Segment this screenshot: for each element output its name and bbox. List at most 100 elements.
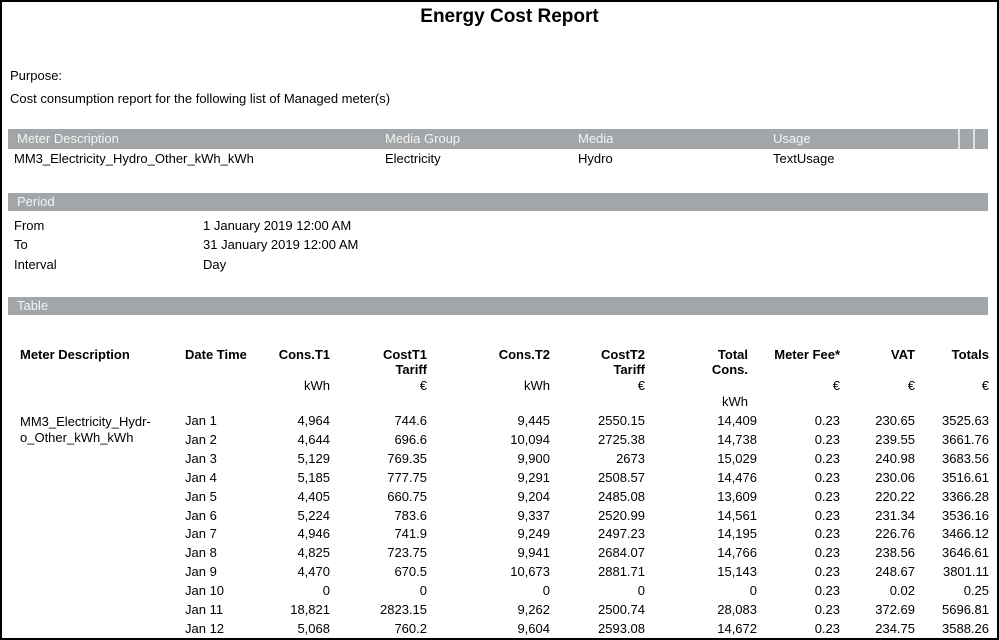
table-cell: 226.76 [840,525,915,544]
field-value-interval: Day [203,255,226,274]
table-cell: 5,224 [255,507,330,526]
table-row: MM3_Electricity_Hydr- o_Other_kWh_kWh Ja… [8,412,989,431]
table-cell: 2725.38 [550,431,645,450]
table-cell: 14,561 [645,507,757,526]
table-cell: 2497.23 [550,525,645,544]
table-cell: 234.75 [840,620,915,639]
table-cell: Jan 8 [185,544,255,563]
report-title: Energy Cost Report [2,5,997,29]
table-cell: 3661.76 [915,431,989,450]
table-cell: 3536.16 [915,507,989,526]
table-cell: Jan 7 [185,525,255,544]
table-cell: 744.6 [330,412,427,431]
table-cell: 10,673 [427,563,550,582]
units-cell [8,377,185,393]
table-cell: 0.23 [757,620,840,639]
meter-list-header-cell: Media Group [385,129,578,149]
table-cell: 2520.99 [550,507,645,526]
table-cell: 5,185 [255,469,330,488]
table-cell: 0.25 [915,582,989,601]
table-header-cell: VAT [840,344,915,377]
meter-name-cell: MM3_Electricity_Hydr- o_Other_kWh_kWh [8,412,185,639]
table-cell: 2500.74 [550,601,645,620]
table-cell: Jan 3 [185,450,255,469]
meter-list-table: Meter Description Media Group Media Usag… [8,129,988,169]
meter-list-spacer-cell [959,149,974,169]
table-cell: 240.98 [840,450,915,469]
table-cell: 3516.61 [915,469,989,488]
table-cell: 4,825 [255,544,330,563]
table-cell: 783.6 [330,507,427,526]
table-header-cell: CostT1 Tariff [330,344,427,377]
table-cell: 220.22 [840,488,915,507]
table-cell: Jan 2 [185,431,255,450]
table-cell: Jan 9 [185,563,255,582]
table-header-cell: Meter Description [8,344,185,377]
table-cell: Jan 5 [185,488,255,507]
table-cell: 5696.81 [915,601,989,620]
units-cell: kWh [255,377,330,393]
units-cell: € [550,377,645,393]
table-cell: 5,068 [255,620,330,639]
table-cell: 239.55 [840,431,915,450]
table-header-cell: Cons.T1 [255,344,330,377]
report-page: Energy Cost Report Purpose: Cost consump… [0,0,999,640]
table-cell: 777.75 [330,469,427,488]
table-cell: 2684.07 [550,544,645,563]
table-cell: 0.23 [757,544,840,563]
report-table: Meter Description Date Time Cons.T1 Cost… [8,344,989,639]
period-fields: From 1 January 2019 12:00 AM To 31 Janua… [14,216,358,274]
table-cell: 0.23 [757,469,840,488]
table-header-cell: Meter Fee* [757,344,840,377]
table-cell: 3683.56 [915,450,989,469]
meter-list-header-row: Meter Description Media Group Media Usag… [8,129,988,149]
field-label-from: From [14,216,203,235]
meter-description-cell: MM3_Electricity_Hydro_Other_kWh_kWh [8,149,385,169]
table-cell: 660.75 [330,488,427,507]
units-cell [840,393,915,412]
table-cell: 372.69 [840,601,915,620]
table-cell: 723.75 [330,544,427,563]
usage-cell: TextUsage [773,149,959,169]
table-cell: 0 [330,582,427,601]
period-field-row: To 31 January 2019 12:00 AM [14,235,358,254]
media-cell: Hydro [578,149,773,169]
table-cell: 0.23 [757,412,840,431]
table-header-cell: Totals [915,344,989,377]
table-cell: 14,766 [645,544,757,563]
table-header-row: Meter Description Date Time Cons.T1 Cost… [8,344,989,377]
table-cell: 9,291 [427,469,550,488]
units-cell: € [757,377,840,393]
table-cell: 2823.15 [330,601,427,620]
table-cell: 3801.11 [915,563,989,582]
table-cell: 741.9 [330,525,427,544]
meter-list-header-cell: Meter Description [8,129,385,149]
table-cell: 760.2 [330,620,427,639]
table-cell: 15,029 [645,450,757,469]
units-cell [757,393,840,412]
table-cell: 14,195 [645,525,757,544]
table-cell: Jan 1 [185,412,255,431]
table-cell: 0.23 [757,582,840,601]
units-cell: € [840,377,915,393]
table-cell: 2485.08 [550,488,645,507]
table-cell: Jan 11 [185,601,255,620]
table-cell: 9,249 [427,525,550,544]
units-cell [550,393,645,412]
table-cell: 2881.71 [550,563,645,582]
table-cell: 3525.63 [915,412,989,431]
table-cell: 5,129 [255,450,330,469]
purpose-text: Cost consumption report for the followin… [10,91,390,107]
meter-list-row: MM3_Electricity_Hydro_Other_kWh_kWh Elec… [8,149,988,169]
table-cell: 230.06 [840,469,915,488]
table-cell: 2508.57 [550,469,645,488]
table-cell: 0.23 [757,507,840,526]
table-cell: 0 [550,582,645,601]
table-cell: 0.23 [757,488,840,507]
table-cell: 3588.26 [915,620,989,639]
table-cell: 0 [427,582,550,601]
table-cell: 14,672 [645,620,757,639]
table-cell: 10,094 [427,431,550,450]
table-cell: 13,609 [645,488,757,507]
table-cell: 0 [255,582,330,601]
